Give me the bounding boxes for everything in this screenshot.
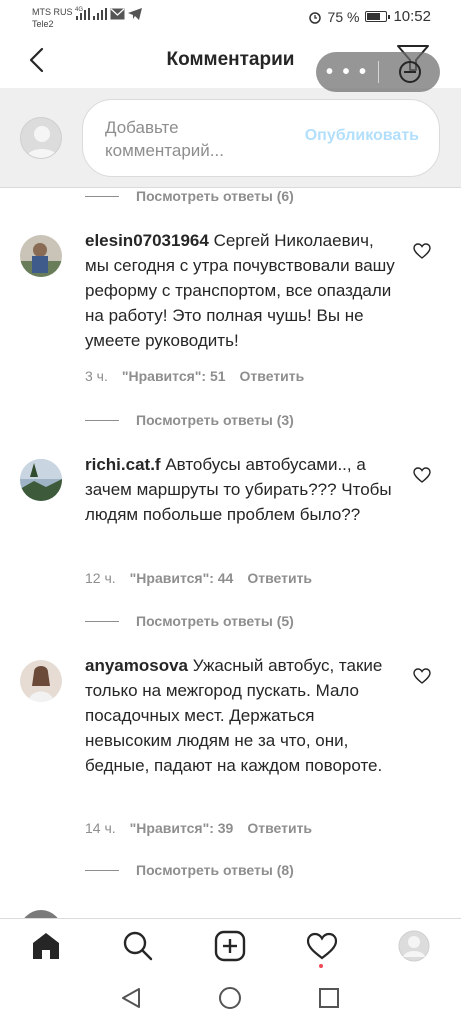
avatar[interactable]: [20, 459, 62, 501]
comment-input[interactable]: Добавьте комментарий... Опубликовать: [82, 99, 440, 177]
nav-new-post[interactable]: [213, 929, 247, 963]
divider: [85, 195, 119, 197]
likes-count[interactable]: "Нравится": 39: [130, 820, 234, 836]
heart-icon: [306, 932, 338, 960]
battery-icon: [365, 11, 391, 22]
divider: [85, 869, 119, 871]
reply-button[interactable]: Ответить: [240, 368, 305, 384]
signal-icon: [76, 8, 90, 20]
user-placeholder-icon: [26, 126, 58, 158]
battery-fill: [367, 13, 381, 20]
heart-icon[interactable]: [413, 668, 431, 684]
comment-time: 3 ч.: [85, 368, 108, 384]
comment-meta: 14 ч. "Нравится": 39 Ответить: [85, 820, 312, 836]
nav-home[interactable]: [29, 929, 63, 963]
floating-menu[interactable]: • • •: [316, 52, 440, 92]
comment-meta: 3 ч. "Нравится": 51 Ответить: [85, 368, 304, 384]
publish-button[interactable]: Опубликовать: [305, 127, 419, 145]
comments-list[interactable]: Посмотреть ответы (6) elesin07031964 Сер…: [0, 188, 461, 918]
signal-icon: [93, 8, 107, 20]
status-bar: MTS RUS 4G Tele2 75 % 10:52: [0, 0, 461, 34]
home-icon: [33, 933, 59, 959]
divider: [85, 419, 119, 421]
system-navigation: [0, 974, 461, 1024]
mail-icon: [110, 8, 125, 20]
search-icon: [123, 931, 153, 961]
back-icon[interactable]: [119, 986, 143, 1010]
comment-meta: 12 ч. "Нравится": 44 Ответить: [85, 570, 312, 586]
telegram-icon: [128, 8, 142, 20]
comment-item: richi.cat.f Автобусы автобусами.., а зач…: [0, 455, 461, 629]
clock: 10:52: [393, 8, 431, 25]
view-replies-button[interactable]: Посмотреть ответы (8): [85, 862, 294, 878]
heart-icon[interactable]: [413, 243, 431, 259]
avatar[interactable]: [20, 235, 62, 277]
likes-count[interactable]: "Нравится": 51: [122, 368, 226, 384]
likes-count[interactable]: "Нравится": 44: [130, 570, 234, 586]
comment-text: anyamosova Ужасный автобус, такие только…: [85, 653, 395, 778]
profile-icon: [398, 930, 430, 962]
avatar[interactable]: [20, 910, 62, 918]
divider: [85, 620, 119, 622]
bottom-nav: [0, 918, 461, 974]
minus-circle-icon: [398, 61, 421, 83]
minimize-button[interactable]: [379, 60, 440, 84]
status-right: 75 % 10:52: [308, 8, 431, 25]
user-avatar-icon: [20, 660, 62, 702]
heart-icon[interactable]: [413, 467, 431, 483]
user-avatar-icon: [20, 459, 62, 501]
comment-composer: Добавьте комментарий... Опубликовать: [0, 88, 461, 188]
reply-button[interactable]: Ответить: [247, 820, 312, 836]
comment-text: richi.cat.f Автобусы автобусами.., а зач…: [85, 452, 395, 527]
comment-username[interactable]: elesin07031964: [85, 231, 209, 250]
nav-search[interactable]: [121, 929, 155, 963]
comment-username[interactable]: richi.cat.f: [85, 455, 161, 474]
view-replies-button[interactable]: Посмотреть ответы (3): [85, 412, 294, 428]
reply-button[interactable]: Ответить: [247, 570, 312, 586]
comment-time: 14 ч.: [85, 820, 116, 836]
view-replies-button[interactable]: Посмотреть ответы (5): [85, 613, 294, 629]
user-avatar-icon: [20, 235, 62, 277]
new-post-icon: [214, 930, 246, 962]
recents-icon[interactable]: [317, 986, 341, 1010]
comment-text: elesin07031964 Сергей Николаевич, мы сег…: [85, 228, 395, 353]
comment-item: anyamosova Ужасный автобус, такие только…: [0, 656, 461, 870]
comment-time: 12 ч.: [85, 570, 116, 586]
more-options-button[interactable]: • • •: [316, 52, 378, 92]
nav-activity[interactable]: [305, 929, 339, 963]
avatar[interactable]: [20, 660, 62, 702]
carrier-2: Tele2: [32, 19, 54, 29]
comment-username[interactable]: anyamosova: [85, 656, 188, 675]
battery-percent: 75 %: [327, 8, 360, 25]
notification-dot: [319, 964, 323, 968]
alarm-icon: [308, 11, 321, 24]
avatar: [20, 117, 62, 159]
status-icons: [76, 8, 142, 20]
home-circle-icon[interactable]: [218, 986, 242, 1010]
view-replies-button[interactable]: Посмотреть ответы (6): [85, 188, 294, 204]
comment-input-placeholder: Добавьте комментарий...: [105, 118, 224, 160]
nav-profile[interactable]: [397, 929, 431, 963]
